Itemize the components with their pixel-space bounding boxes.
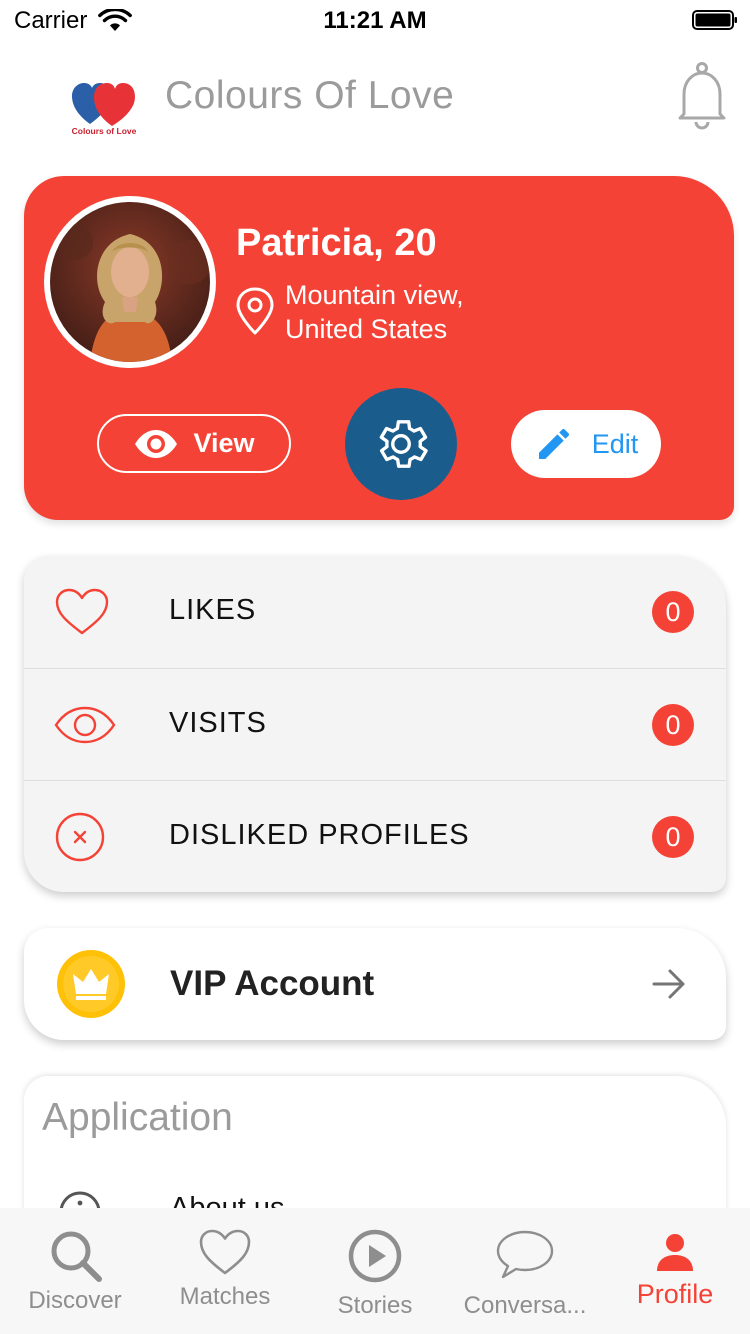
profile-location: Mountain view, United States bbox=[285, 278, 464, 346]
vip-account-label: VIP Account bbox=[170, 964, 375, 1003]
heart-outline-icon bbox=[55, 588, 109, 635]
likes-row[interactable]: LIKES 0 bbox=[24, 556, 726, 668]
visits-label: VISITS bbox=[169, 707, 267, 739]
person-icon bbox=[657, 1234, 693, 1271]
disliked-profiles-row[interactable]: DISLIKED PROFILES 0 bbox=[24, 780, 726, 892]
bell-icon[interactable] bbox=[674, 60, 730, 132]
avatar-ring bbox=[44, 196, 216, 368]
logo-text: Colours of Love bbox=[72, 126, 137, 136]
chat-bubble-icon bbox=[496, 1230, 554, 1279]
tab-stories-label: Stories bbox=[337, 1292, 413, 1319]
tab-profile[interactable]: Profile bbox=[600, 1208, 750, 1334]
vip-account-row[interactable]: VIP Account bbox=[24, 928, 726, 1040]
disliked-profiles-label: DISLIKED PROFILES bbox=[169, 819, 470, 851]
view-button-label: View bbox=[193, 428, 255, 458]
edit-button-label: Edit bbox=[591, 428, 639, 459]
eye-icon bbox=[135, 429, 178, 458]
gear-icon bbox=[379, 420, 428, 468]
likes-label: LIKES bbox=[169, 594, 257, 626]
profile-card: Patricia, 20 Mountain view, United State… bbox=[24, 176, 734, 520]
tab-matches[interactable]: Matches bbox=[150, 1208, 300, 1334]
clock: 11:21 AM bbox=[323, 7, 427, 34]
disliked-count-badge: 0 bbox=[652, 816, 694, 858]
pencil-icon bbox=[538, 428, 569, 459]
tab-discover[interactable]: Discover bbox=[0, 1208, 150, 1334]
stats-card: LIKES 0 VISITS 0 DISLIKED PROFILES 0 bbox=[24, 556, 726, 892]
tab-conversations-label: Conversa... bbox=[463, 1292, 587, 1319]
crown-coin-icon bbox=[57, 950, 125, 1018]
profile-name: Patricia, 20 bbox=[236, 222, 437, 264]
edit-profile-button[interactable]: Edit bbox=[511, 410, 661, 478]
settings-button[interactable] bbox=[345, 388, 457, 500]
battery-icon bbox=[692, 10, 737, 30]
app-logo: Colours of Love bbox=[72, 83, 137, 136]
visits-row[interactable]: VISITS 0 bbox=[24, 668, 726, 780]
visits-count-badge: 0 bbox=[652, 704, 694, 746]
heart-icon bbox=[199, 1229, 251, 1275]
app-header: Colours of Love Colours Of Love bbox=[0, 60, 750, 140]
location-line-1: Mountain view, bbox=[285, 280, 464, 310]
status-bar: Carrier 11:21 AM bbox=[0, 0, 750, 40]
eye-outline-icon bbox=[54, 706, 116, 744]
tab-stories[interactable]: Stories bbox=[300, 1208, 450, 1334]
arrow-right-icon bbox=[652, 969, 685, 999]
tab-conversations[interactable]: Conversa... bbox=[450, 1208, 600, 1334]
play-circle-icon bbox=[348, 1229, 402, 1283]
view-profile-button[interactable]: View bbox=[97, 414, 291, 473]
avatar-photo bbox=[50, 202, 210, 362]
app-title: Colours Of Love bbox=[165, 74, 455, 117]
x-circle-icon bbox=[55, 812, 105, 862]
tab-profile-label: Profile bbox=[636, 1279, 714, 1309]
bottom-tab-bar: Discover Matches Stories Conversa... Pro… bbox=[0, 1208, 750, 1334]
tab-discover-label: Discover bbox=[28, 1287, 122, 1314]
likes-count-badge: 0 bbox=[652, 591, 694, 633]
avatar[interactable] bbox=[50, 202, 210, 362]
tab-matches-label: Matches bbox=[179, 1283, 271, 1310]
section-title-application: Application bbox=[42, 1096, 233, 1139]
location-line-2: United States bbox=[285, 314, 448, 344]
location-pin-icon bbox=[236, 287, 274, 335]
search-icon bbox=[51, 1231, 102, 1282]
